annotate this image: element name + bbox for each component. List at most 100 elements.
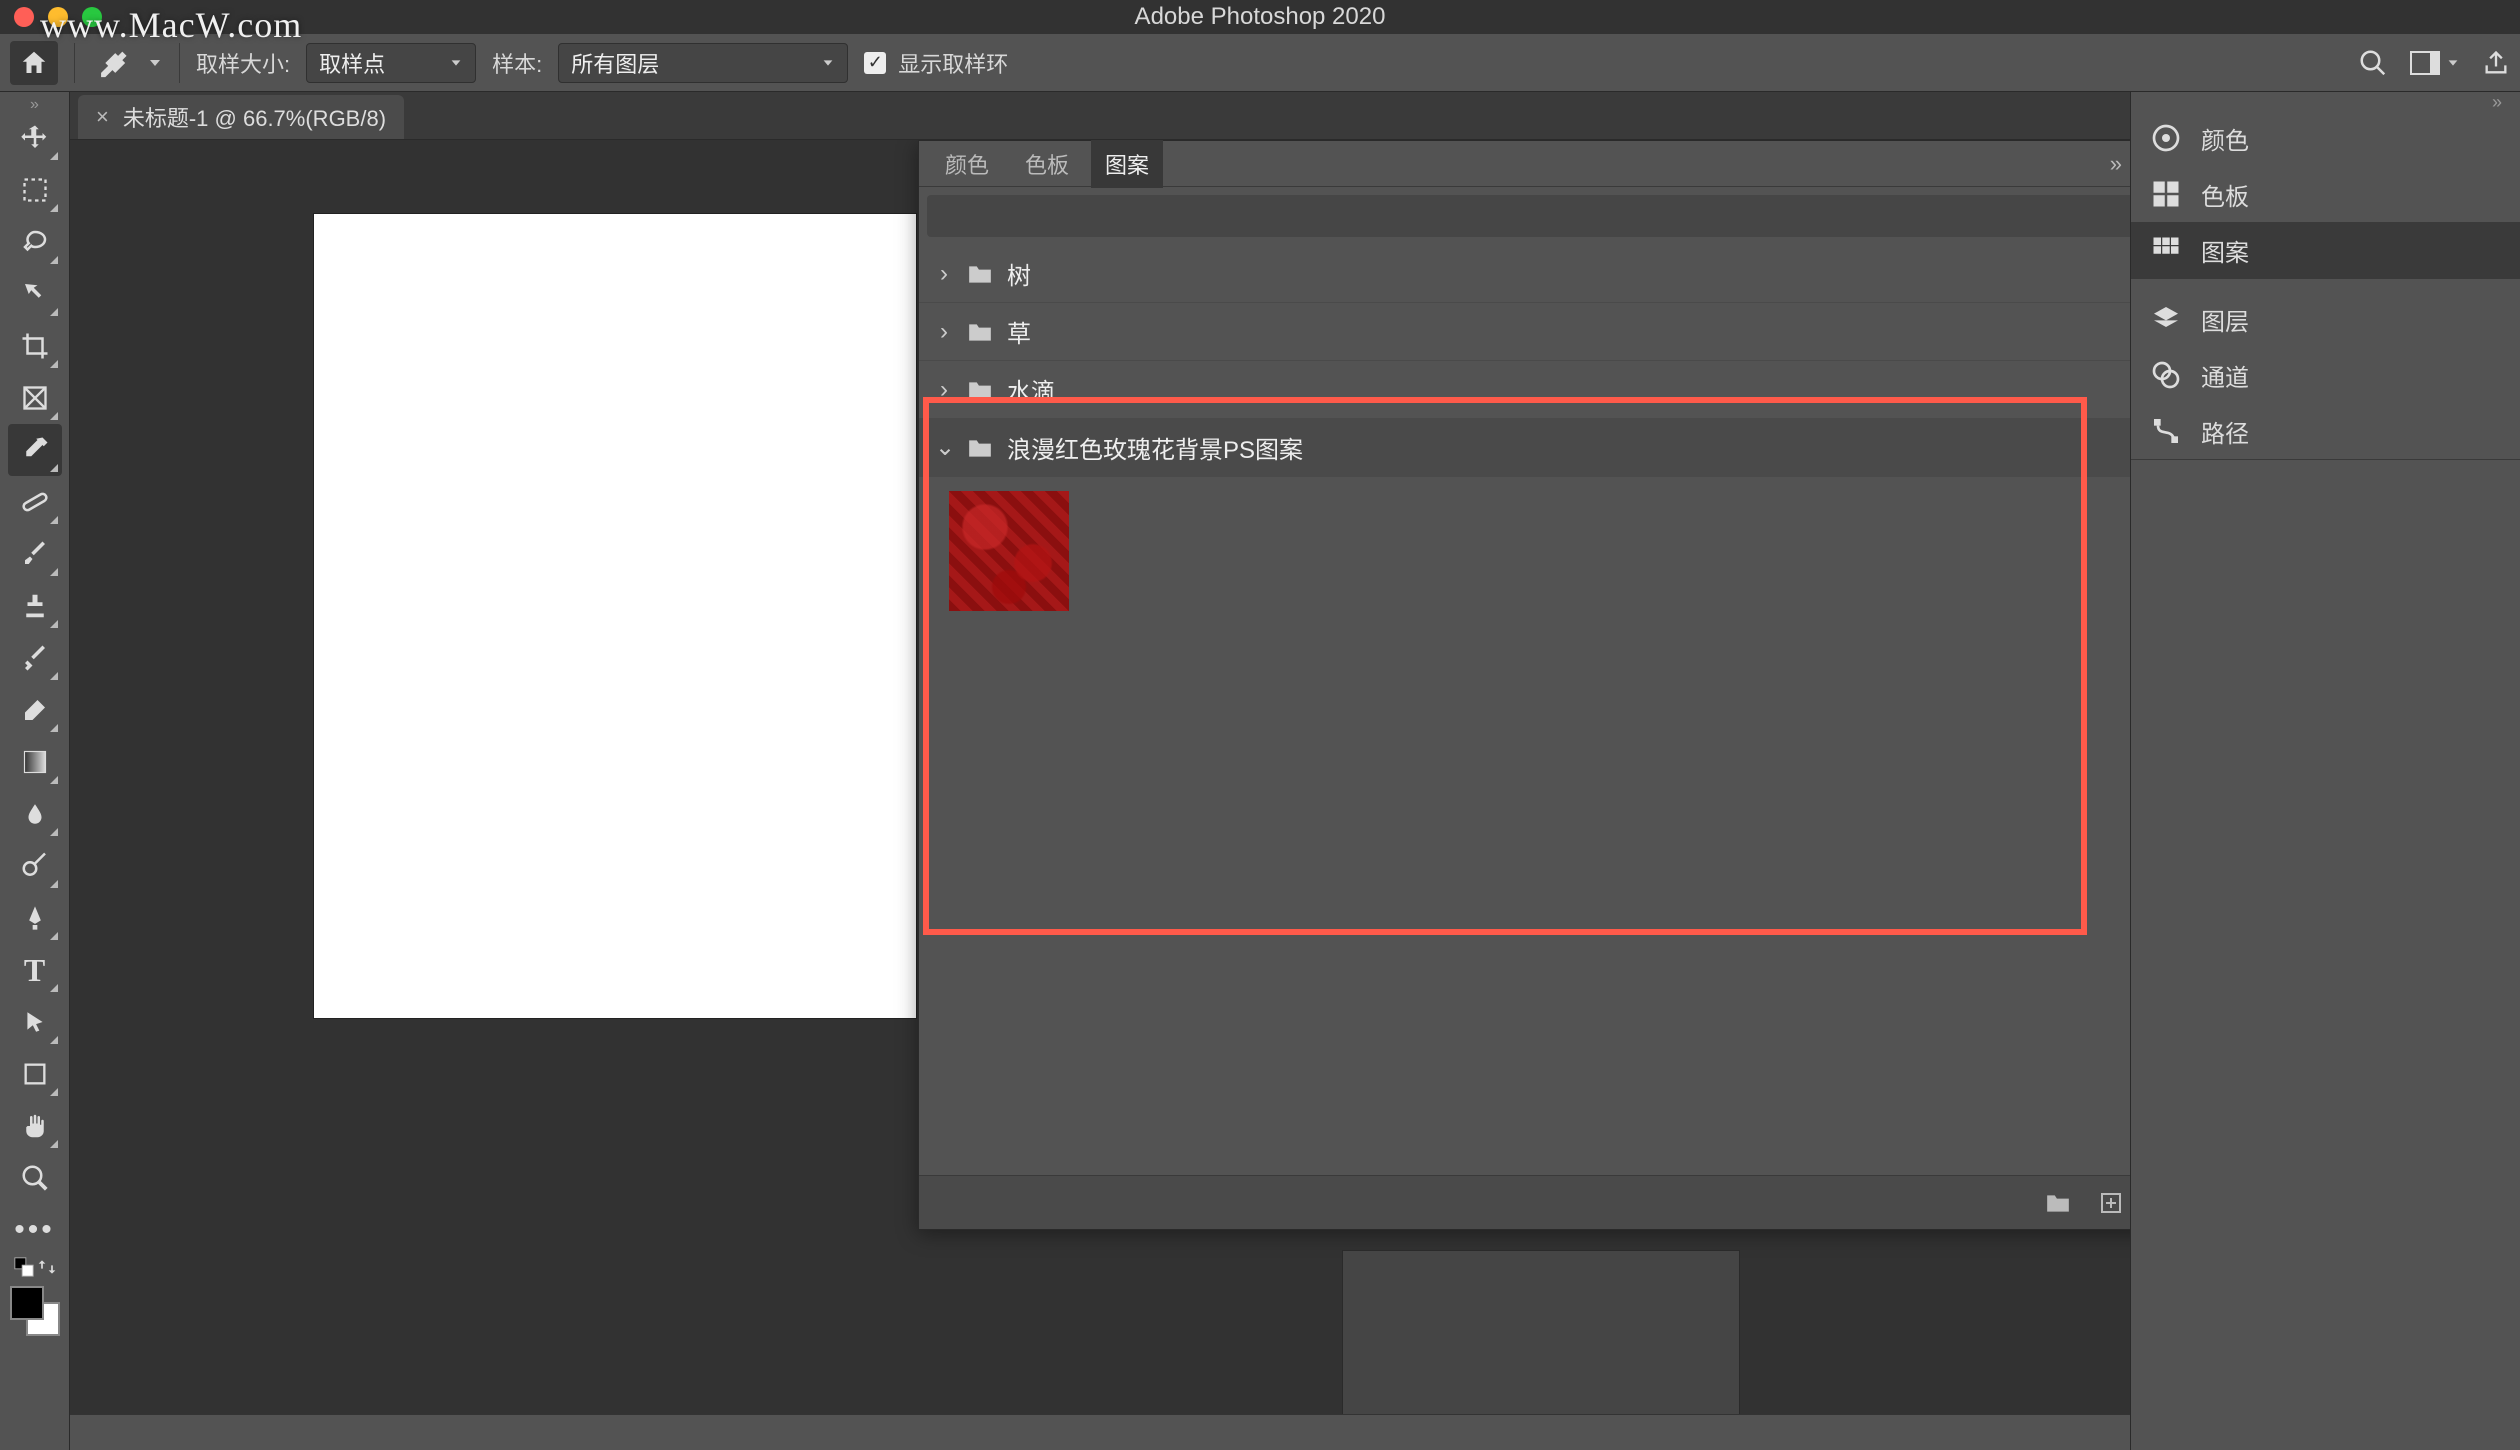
- divider: [74, 43, 75, 83]
- pattern-folder-tree[interactable]: › 树: [919, 245, 2130, 303]
- canvas-viewport[interactable]: 颜色 色板 图案 » › 树: [70, 140, 2130, 1450]
- close-tab-icon[interactable]: ×: [96, 104, 109, 130]
- show-sampling-ring-label: 显示取样环: [898, 47, 1008, 79]
- history-brush-tool[interactable]: [8, 632, 62, 684]
- healing-tool[interactable]: [8, 476, 62, 528]
- blur-tool[interactable]: [8, 788, 62, 840]
- brush-tool[interactable]: [8, 528, 62, 580]
- folder-icon: [967, 379, 993, 401]
- canvas[interactable]: [314, 214, 916, 1018]
- frame-icon: [21, 384, 49, 412]
- quick-select-tool[interactable]: [8, 268, 62, 320]
- sample-size-dropdown[interactable]: 取样点: [306, 43, 476, 83]
- gradient-icon: [21, 748, 49, 776]
- dock-item-swatches[interactable]: 色板: [2131, 166, 2520, 222]
- swap-icon[interactable]: [37, 1257, 57, 1277]
- eyedropper-icon: [20, 435, 50, 465]
- frame-tool[interactable]: [8, 372, 62, 424]
- patterns-search[interactable]: [927, 195, 2130, 237]
- chevron-down-icon[interactable]: [147, 55, 163, 71]
- pen-tool[interactable]: [8, 892, 62, 944]
- gradient-tool[interactable]: [8, 736, 62, 788]
- foreground-background-swatches[interactable]: [8, 1284, 62, 1338]
- show-sampling-ring-checkbox[interactable]: ✓: [864, 52, 886, 74]
- eyedropper-tool[interactable]: [8, 424, 62, 476]
- hand-tool[interactable]: [8, 1100, 62, 1152]
- sample-size-value: 取样点: [319, 47, 385, 79]
- window-close-button[interactable]: [14, 7, 34, 27]
- sample-dropdown[interactable]: 所有图层: [558, 43, 848, 83]
- dodge-tool[interactable]: [8, 840, 62, 892]
- options-bar: 取样大小: 取样点 样本: 所有图层 ✓ 显示取样环: [0, 34, 2520, 92]
- app-title: Adobe Photoshop 2020: [1135, 3, 1386, 31]
- pen-icon: [21, 903, 49, 933]
- workspace-switcher[interactable]: [2410, 51, 2460, 75]
- dock-label: 通道: [2201, 358, 2249, 393]
- shape-tool[interactable]: [8, 1048, 62, 1100]
- channels-icon: [2150, 359, 2182, 391]
- stamp-tool[interactable]: [8, 580, 62, 632]
- window-maximize-button[interactable]: [82, 7, 102, 27]
- rose-pattern-thumbnail[interactable]: [949, 491, 1069, 611]
- home-button[interactable]: [10, 41, 58, 85]
- toolbox: » T •••: [0, 92, 70, 1450]
- dock-item-paths[interactable]: 路径: [2131, 403, 2520, 459]
- document-area: × 未标题-1 @ 66.7%(RGB/8) 颜色 色板 图案 »: [70, 92, 2130, 1450]
- toolbox-expand-handle[interactable]: »: [0, 98, 69, 112]
- panel-tabs: 颜色 色板 图案 »: [919, 141, 2130, 187]
- dock-item-channels[interactable]: 通道: [2131, 347, 2520, 403]
- folder-label: 水滴: [1007, 372, 1055, 407]
- new-icon[interactable]: [2099, 1191, 2123, 1215]
- color-wheel-icon: [2150, 122, 2182, 154]
- dock-label: 路径: [2201, 414, 2249, 449]
- current-tool-icon[interactable]: [91, 43, 131, 83]
- lasso-icon: [20, 227, 50, 257]
- type-tool[interactable]: T: [8, 944, 62, 996]
- dock-label: 颜色: [2201, 121, 2249, 156]
- dock-item-patterns[interactable]: 图案: [2131, 222, 2520, 278]
- pattern-thumbnails: [919, 477, 2130, 625]
- divider: [179, 43, 180, 83]
- dock-label: 图案: [2201, 233, 2249, 268]
- eraser-tool[interactable]: [8, 684, 62, 736]
- folder-icon[interactable]: [2045, 1192, 2071, 1214]
- dock-collapse-handle[interactable]: »: [2131, 92, 2520, 110]
- chevron-right-icon: ›: [935, 318, 953, 346]
- search-icon[interactable]: [2358, 48, 2388, 78]
- dock-item-layers[interactable]: 图层: [2131, 291, 2520, 347]
- dock-label: 色板: [2201, 177, 2249, 212]
- default-colors[interactable]: [8, 1256, 62, 1278]
- tab-patterns[interactable]: 图案: [1091, 140, 1163, 188]
- pattern-folder-roses[interactable]: ⌄ 浪漫红色玫瑰花背景PS图案: [919, 419, 2130, 477]
- right-dock: » 颜色 色板 图案 图层 通道: [2130, 92, 2520, 1450]
- marquee-tool[interactable]: [8, 164, 62, 216]
- dodge-icon: [20, 851, 50, 881]
- more-tools[interactable]: •••: [8, 1204, 62, 1256]
- window-minimize-button[interactable]: [48, 7, 68, 27]
- zoom-tool[interactable]: [8, 1152, 62, 1204]
- eyedropper-icon: [94, 46, 128, 80]
- folder-label: 树: [1007, 256, 1031, 291]
- chevron-down-icon: [2446, 56, 2460, 70]
- pattern-folder-grass[interactable]: › 草: [919, 303, 2130, 361]
- tab-swatches[interactable]: 色板: [1011, 140, 1083, 188]
- tab-color[interactable]: 颜色: [931, 140, 1003, 188]
- folder-icon: [967, 321, 993, 343]
- share-icon[interactable]: [2482, 49, 2510, 77]
- move-icon: [20, 123, 50, 153]
- document-tab[interactable]: × 未标题-1 @ 66.7%(RGB/8): [78, 95, 404, 139]
- move-tool[interactable]: [8, 112, 62, 164]
- zoom-icon: [20, 1163, 50, 1193]
- lasso-tool[interactable]: [8, 216, 62, 268]
- panel-collapse-icon[interactable]: »: [2102, 151, 2130, 177]
- marquee-icon: [21, 176, 49, 204]
- crop-tool[interactable]: [8, 320, 62, 372]
- bandage-icon: [20, 487, 50, 517]
- foreground-color[interactable]: [10, 1286, 44, 1320]
- document-tabs: × 未标题-1 @ 66.7%(RGB/8): [70, 92, 2130, 140]
- path-select-tool[interactable]: [8, 996, 62, 1048]
- folder-icon: [967, 437, 993, 459]
- sample-value: 所有图层: [571, 47, 659, 79]
- dock-item-color[interactable]: 颜色: [2131, 110, 2520, 166]
- pattern-folder-water[interactable]: › 水滴: [919, 361, 2130, 419]
